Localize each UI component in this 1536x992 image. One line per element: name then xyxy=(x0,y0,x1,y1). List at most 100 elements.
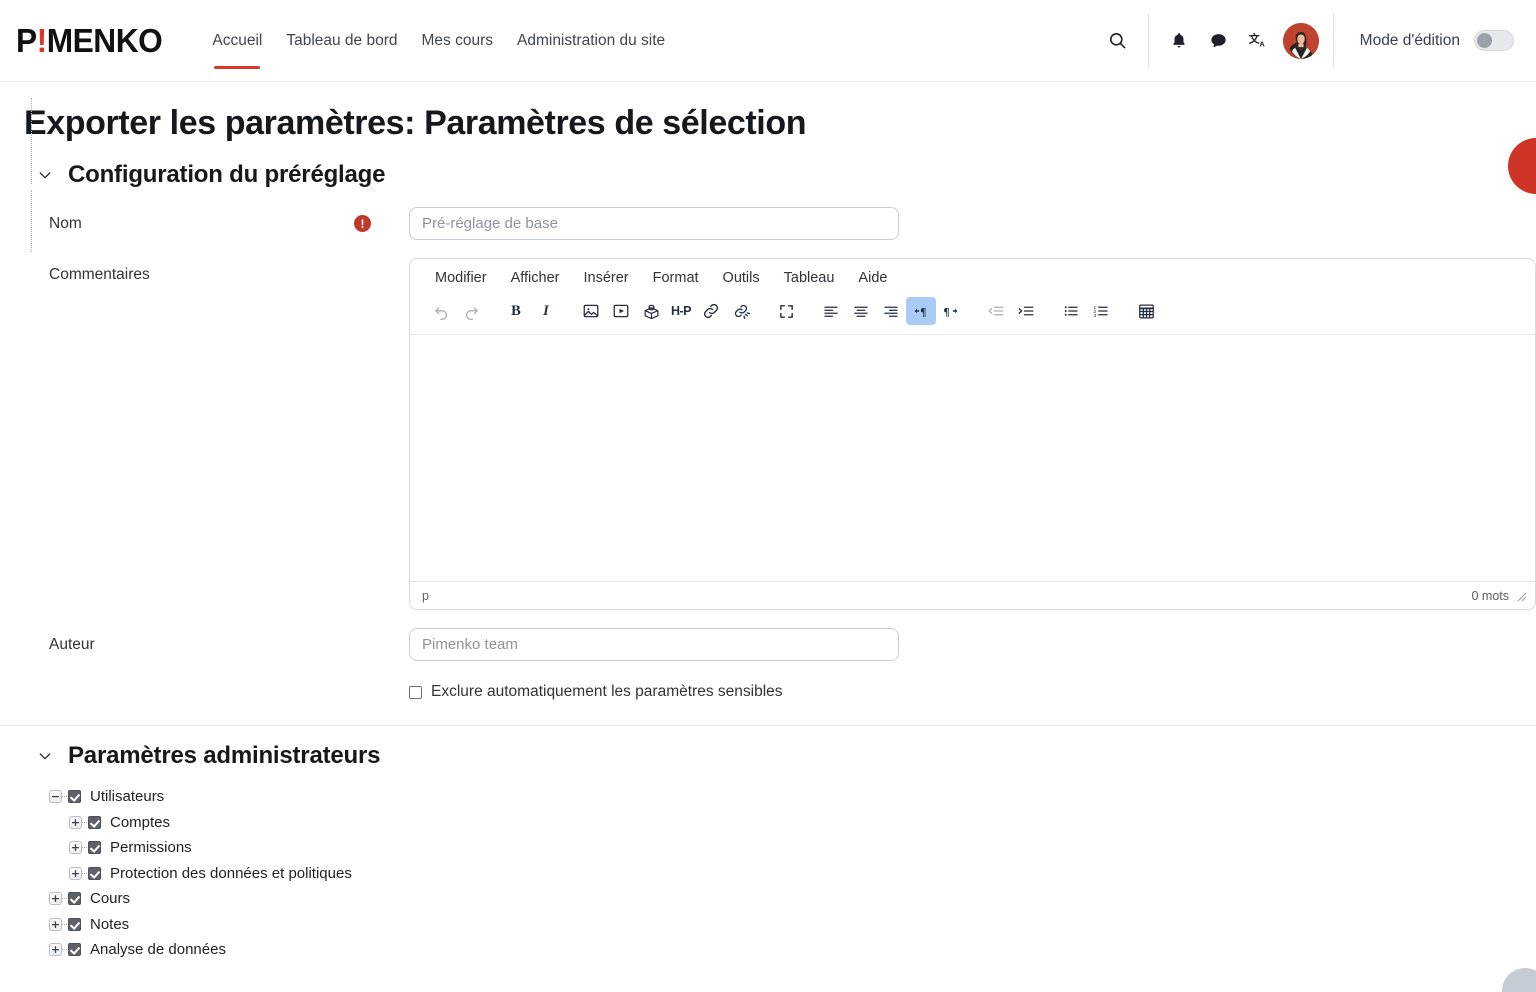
edit-mode-label: Mode d'édition xyxy=(1360,32,1460,50)
preset-section-header: Configuration du préréglage xyxy=(24,161,1536,189)
tree-expand-toggle[interactable]: + xyxy=(69,816,82,829)
tree-row-analyse-donnees: + Analyse de données xyxy=(24,937,1536,963)
editor-menu-afficher[interactable]: Afficher xyxy=(502,267,569,289)
comments-rich-text-editor: Modifier Afficher Insérer Format Outils … xyxy=(409,258,1536,610)
numbered-list-icon[interactable]: 1 2 3 xyxy=(1086,297,1116,325)
preset-name-input[interactable] xyxy=(409,207,899,240)
name-required-wrap: ! xyxy=(354,207,409,232)
editor-menu-modifier[interactable]: Modifier xyxy=(426,267,496,289)
tree-guide-line xyxy=(31,190,32,252)
edit-mode-toggle[interactable] xyxy=(1474,30,1514,51)
bullet-list-icon[interactable] xyxy=(1056,297,1086,325)
tree-row-notes: + Notes xyxy=(24,912,1536,938)
author-input[interactable] xyxy=(409,628,899,661)
media-video-icon[interactable] xyxy=(606,297,636,325)
section-divider xyxy=(0,725,1536,726)
admin-settings-tree: − Utilisateurs + Comptes + Permissions +… xyxy=(24,784,1536,963)
editor-status-bar: p 0 mots xyxy=(410,581,1535,609)
align-center-icon[interactable] xyxy=(846,297,876,325)
editor-menu-outils[interactable]: Outils xyxy=(714,267,769,289)
user-avatar[interactable] xyxy=(1283,23,1319,59)
name-label: Nom xyxy=(24,207,354,233)
bell-icon[interactable] xyxy=(1159,21,1199,61)
image-icon[interactable] xyxy=(576,297,606,325)
editor-menu-aide[interactable]: Aide xyxy=(849,267,896,289)
tree-label: Notes xyxy=(90,916,129,933)
h5p-icon[interactable]: H-P xyxy=(666,297,696,325)
outdent-icon[interactable] xyxy=(981,297,1011,325)
nav-item-tableau-de-bord[interactable]: Tableau de bord xyxy=(286,0,397,81)
search-icon[interactable] xyxy=(1098,21,1138,61)
editor-resize-handle[interactable] xyxy=(1517,591,1527,601)
editor-element-path[interactable]: p xyxy=(422,589,429,603)
editor-menubar: Modifier Afficher Insérer Format Outils … xyxy=(410,259,1535,293)
chevron-down-icon[interactable] xyxy=(36,166,54,184)
tree-label: Analyse de données xyxy=(90,941,226,958)
chevron-down-icon[interactable] xyxy=(36,747,54,765)
tree-connector xyxy=(82,822,87,823)
nav-item-accueil[interactable]: Accueil xyxy=(212,0,262,81)
required-indicator-icon[interactable]: ! xyxy=(354,215,371,232)
toggle-knob xyxy=(1477,33,1492,48)
tree-checkbox[interactable] xyxy=(68,892,81,905)
editor-menu-tableau[interactable]: Tableau xyxy=(775,267,844,289)
svg-text:3: 3 xyxy=(1094,313,1097,319)
indent-icon[interactable] xyxy=(1011,297,1041,325)
primary-navigation: Accueil Tableau de bord Mes cours Admini… xyxy=(212,0,665,81)
tree-expand-toggle[interactable]: + xyxy=(49,892,62,905)
align-left-icon[interactable] xyxy=(816,297,846,325)
comments-field-row: Commentaires Modifier Afficher Insérer F… xyxy=(24,258,1536,610)
tree-expand-toggle[interactable]: + xyxy=(49,943,62,956)
nav-item-mes-cours[interactable]: Mes cours xyxy=(422,0,494,81)
redo-icon[interactable] xyxy=(456,297,486,325)
rtl-direction-icon[interactable]: ¶ xyxy=(936,297,966,325)
svg-text:A: A xyxy=(1259,39,1265,48)
record-3d-box-icon[interactable] xyxy=(636,297,666,325)
tree-checkbox[interactable] xyxy=(88,841,101,854)
tree-checkbox[interactable] xyxy=(68,790,81,803)
chat-bubble-icon[interactable] xyxy=(1199,21,1239,61)
page-title: Exporter les paramètres: Paramètres de s… xyxy=(24,104,1536,143)
tree-connector xyxy=(82,847,87,848)
tree-row-comptes: + Comptes xyxy=(24,810,1536,836)
tree-expand-toggle[interactable]: + xyxy=(69,867,82,880)
align-right-icon[interactable] xyxy=(876,297,906,325)
editor-menu-inserer[interactable]: Insérer xyxy=(574,267,637,289)
tree-connector xyxy=(62,898,67,899)
floating-action-button-secondary[interactable] xyxy=(1502,968,1536,992)
tree-collapse-toggle[interactable]: − xyxy=(49,790,62,803)
tree-expand-toggle[interactable]: + xyxy=(49,918,62,931)
nav-label: Tableau de bord xyxy=(286,32,397,50)
editor-menu-format[interactable]: Format xyxy=(644,267,708,289)
tree-checkbox[interactable] xyxy=(88,867,101,880)
svg-text:文: 文 xyxy=(1249,31,1260,45)
undo-icon[interactable] xyxy=(426,297,456,325)
tree-checkbox[interactable] xyxy=(68,943,81,956)
tree-expand-toggle[interactable]: + xyxy=(69,841,82,854)
tree-checkbox[interactable] xyxy=(88,816,101,829)
tree-row-protection-donnees: + Protection des données et politiques xyxy=(24,861,1536,887)
nav-label: Mes cours xyxy=(422,32,494,50)
nav-item-administration-du-site[interactable]: Administration du site xyxy=(517,0,665,81)
language-icon[interactable]: 文 A xyxy=(1239,21,1279,61)
ltr-direction-icon[interactable]: ¶ xyxy=(906,297,936,325)
unlink-icon[interactable] xyxy=(726,297,756,325)
italic-icon[interactable]: I xyxy=(531,297,561,325)
tree-label: Permissions xyxy=(110,839,192,856)
svg-text:¶: ¶ xyxy=(920,307,926,319)
bold-icon[interactable]: B xyxy=(501,297,531,325)
name-field-row: Nom ! xyxy=(24,207,1536,240)
tree-connector xyxy=(62,949,67,950)
exclude-sensitive-checkbox[interactable] xyxy=(409,686,422,699)
link-icon[interactable] xyxy=(696,297,726,325)
tree-connector xyxy=(82,873,87,874)
fullscreen-icon[interactable] xyxy=(771,297,801,325)
author-label: Auteur xyxy=(24,628,354,654)
equation-calculator-icon[interactable] xyxy=(1131,297,1161,325)
svg-text:¶: ¶ xyxy=(944,307,950,319)
tree-row-cours: + Cours xyxy=(24,886,1536,912)
editor-content-area[interactable] xyxy=(410,335,1535,581)
tree-checkbox[interactable] xyxy=(68,918,81,931)
header-actions: 文 A Mode d'édition xyxy=(1098,0,1536,81)
site-logo[interactable]: P!MENKO xyxy=(16,24,162,57)
